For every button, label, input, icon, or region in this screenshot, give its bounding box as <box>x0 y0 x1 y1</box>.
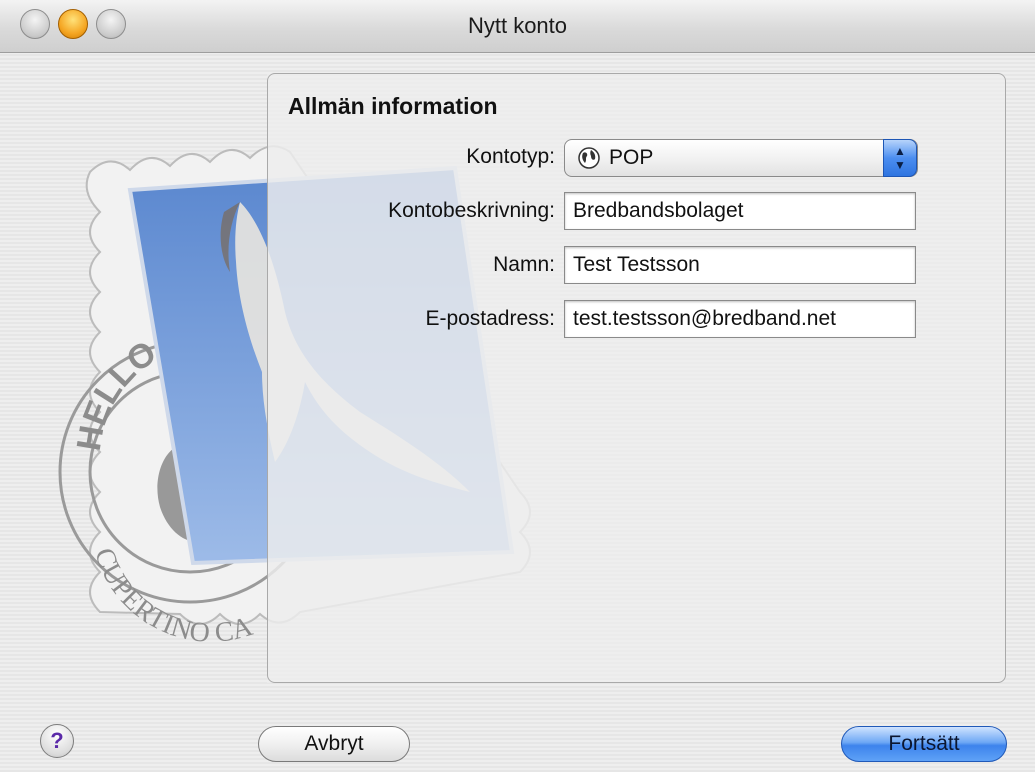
account-type-label: Kontotyp: <box>466 145 555 168</box>
name-label: Namn: <box>493 253 555 276</box>
section-title: Allmän information <box>288 93 498 119</box>
globe-icon <box>578 147 600 169</box>
account-type-select[interactable]: POP ▲ ▼ <box>564 139 918 177</box>
new-account-window: Nytt konto HELLO FR CUPERTINO CA <box>0 0 1035 772</box>
cancel-button[interactable]: Avbryt <box>258 726 410 762</box>
select-arrows-icon: ▲ ▼ <box>883 139 917 177</box>
help-button[interactable]: ? <box>40 724 74 758</box>
title-bar[interactable]: Nytt konto <box>0 0 1035 53</box>
window-title: Nytt konto <box>467 13 568 38</box>
name-field[interactable]: Test Testsson <box>564 246 916 284</box>
description-field[interactable]: Bredbandsbolaget <box>564 192 916 230</box>
email-label: E-postadress: <box>425 307 555 330</box>
description-label: Kontobeskrivning: <box>388 199 555 222</box>
continue-button[interactable]: Fortsätt <box>841 726 1007 762</box>
account-type-value: POP <box>609 146 654 169</box>
email-field[interactable]: test.testsson@bredband.net <box>564 300 916 338</box>
